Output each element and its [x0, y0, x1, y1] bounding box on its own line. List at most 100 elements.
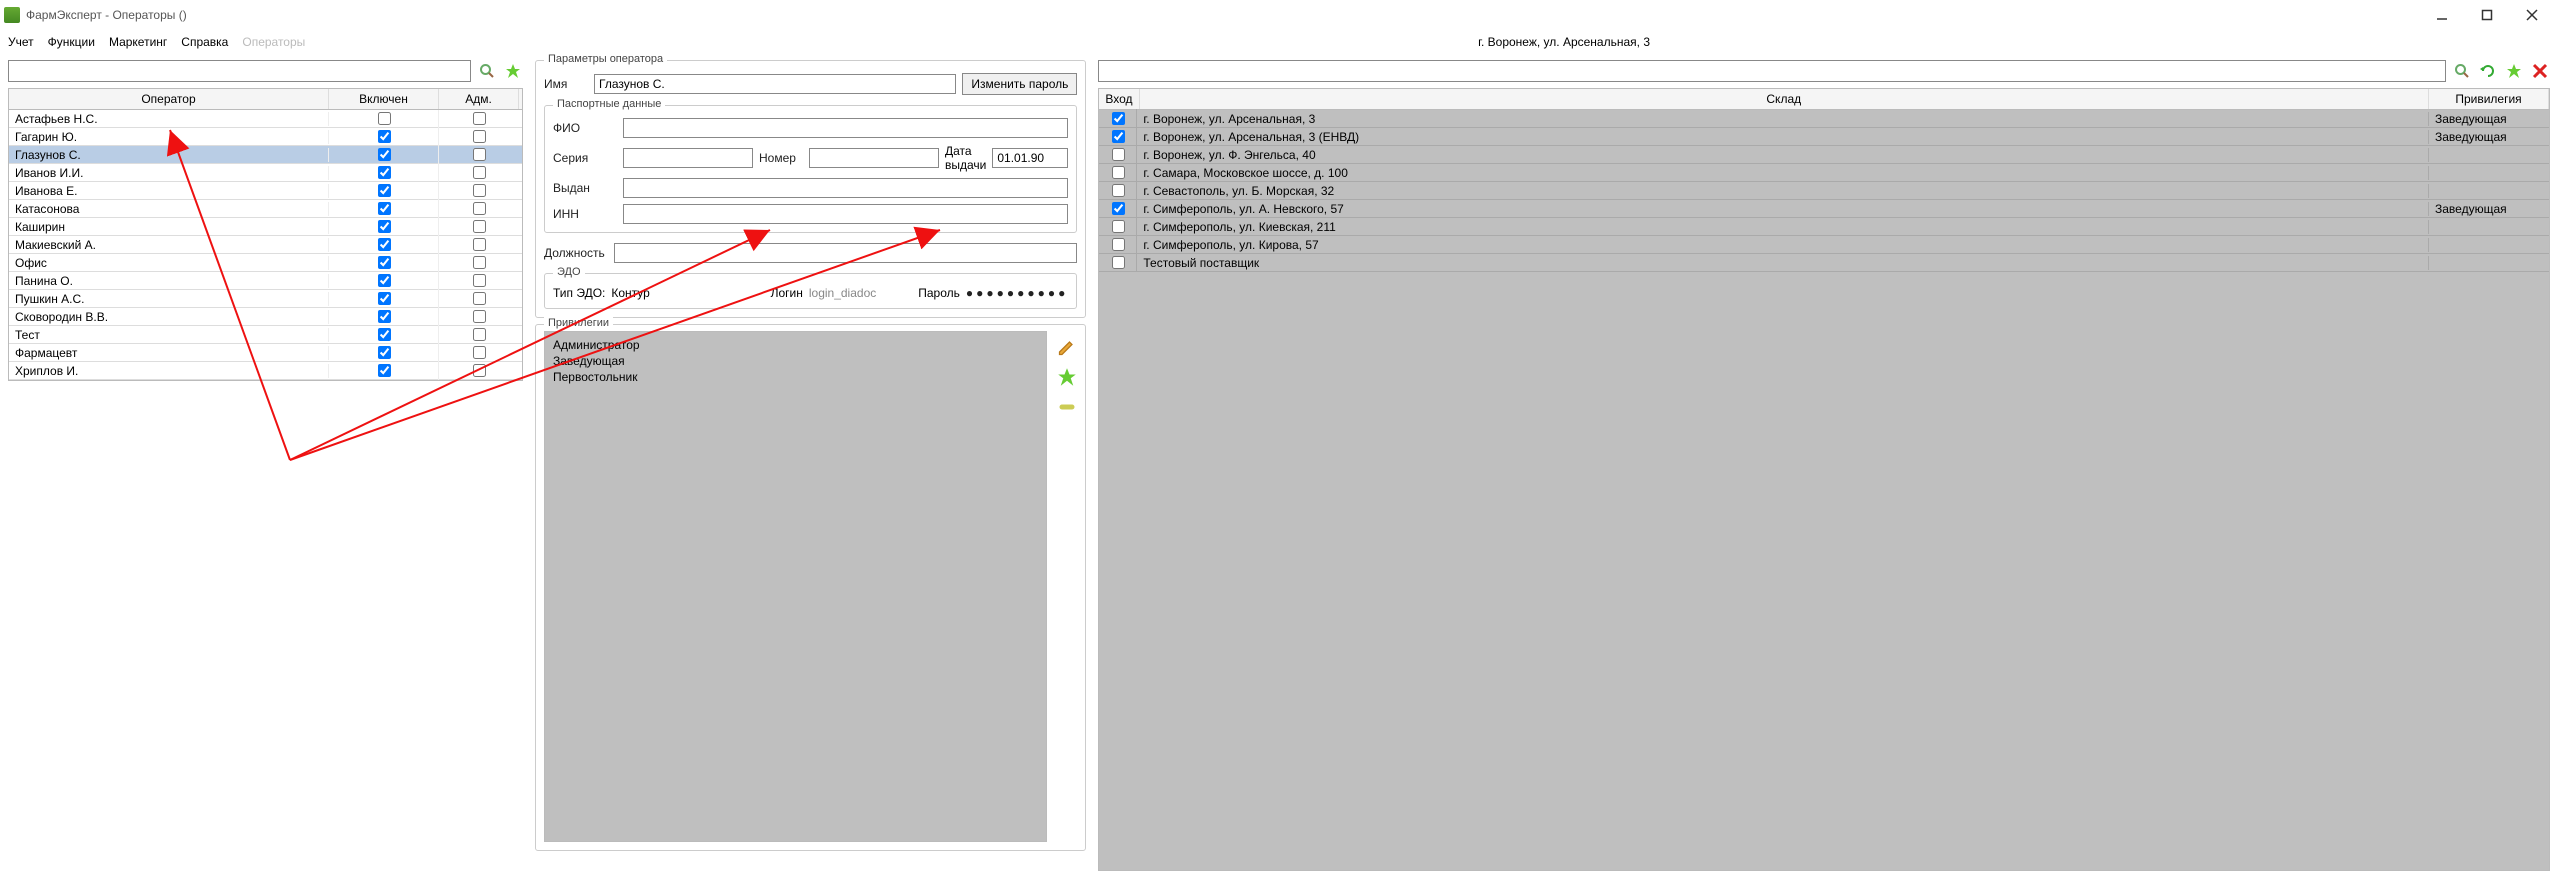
warehouse-in-checkbox[interactable]	[1112, 220, 1125, 233]
privileges-list[interactable]: Администратор Заведующая Первостольник	[544, 331, 1047, 842]
fio-input[interactable]	[623, 118, 1068, 138]
col-operator[interactable]: Оператор	[9, 89, 329, 109]
edit-icon[interactable]	[1057, 337, 1077, 357]
remove-priv-icon[interactable]	[1057, 397, 1077, 417]
warehouse-row[interactable]: г. Воронеж, ул. Ф. Энгельса, 40	[1099, 146, 2549, 164]
menu-func[interactable]: Функции	[48, 35, 95, 49]
inn-input[interactable]	[623, 204, 1068, 224]
operator-admin-checkbox[interactable]	[473, 256, 486, 269]
operator-admin-checkbox[interactable]	[473, 346, 486, 359]
operator-enabled-checkbox[interactable]	[378, 130, 391, 143]
operators-search-input[interactable]	[8, 60, 471, 82]
operator-admin-checkbox[interactable]	[473, 184, 486, 197]
menu-marketing[interactable]: Маркетинг	[109, 35, 167, 49]
operator-enabled-checkbox[interactable]	[378, 148, 391, 161]
position-input[interactable]	[614, 243, 1077, 263]
add-priv-icon[interactable]	[1057, 367, 1077, 387]
warehouse-row[interactable]: г. Воронеж, ул. Арсенальная, 3Заведующая	[1099, 110, 2549, 128]
operator-row[interactable]: Иванов И.И.	[9, 164, 522, 182]
search-icon[interactable]	[477, 61, 497, 81]
add-icon[interactable]	[503, 61, 523, 81]
col-admin[interactable]: Адм.	[439, 89, 519, 109]
operator-row[interactable]: Глазунов С.	[9, 146, 522, 164]
operator-enabled-checkbox[interactable]	[378, 166, 391, 179]
warehouse-row[interactable]: г. Воронеж, ул. Арсенальная, 3 (ЕНВД)Зав…	[1099, 128, 2549, 146]
operator-row[interactable]: Тест	[9, 326, 522, 344]
col-warehouse[interactable]: Склад	[1140, 89, 2429, 109]
issued-by-input[interactable]	[623, 178, 1068, 198]
warehouse-in-checkbox[interactable]	[1112, 256, 1125, 269]
operator-admin-checkbox[interactable]	[473, 112, 486, 125]
operator-enabled-checkbox[interactable]	[378, 112, 391, 125]
change-password-button[interactable]: Изменить пароль	[962, 73, 1077, 95]
operator-row[interactable]: Гагарин Ю.	[9, 128, 522, 146]
operator-enabled-checkbox[interactable]	[378, 274, 391, 287]
operator-enabled-checkbox[interactable]	[378, 256, 391, 269]
number-input[interactable]	[809, 148, 939, 168]
operator-enabled-checkbox[interactable]	[378, 328, 391, 341]
operator-enabled-checkbox[interactable]	[378, 238, 391, 251]
refresh-icon[interactable]	[2478, 61, 2498, 81]
operator-row[interactable]: Хриплов И.	[9, 362, 522, 380]
warehouse-row[interactable]: Тестовый поставщик	[1099, 254, 2549, 272]
operator-row[interactable]: Офис	[9, 254, 522, 272]
operator-enabled-checkbox[interactable]	[378, 220, 391, 233]
menu-uchet[interactable]: Учет	[8, 35, 34, 49]
operator-admin-checkbox[interactable]	[473, 202, 486, 215]
operator-row[interactable]: Сковородин В.В.	[9, 308, 522, 326]
warehouse-row[interactable]: г. Симферополь, ул. А. Невского, 57Завед…	[1099, 200, 2549, 218]
operator-enabled-checkbox[interactable]	[378, 292, 391, 305]
operator-admin-checkbox[interactable]	[473, 310, 486, 323]
warehouse-row[interactable]: г. Севастополь, ул. Б. Морская, 32	[1099, 182, 2549, 200]
add-wh-icon[interactable]	[2504, 61, 2524, 81]
operator-row[interactable]: Астафьев Н.С.	[9, 110, 522, 128]
close-button[interactable]	[2509, 0, 2554, 30]
operator-admin-checkbox[interactable]	[473, 274, 486, 287]
operator-enabled-checkbox[interactable]	[378, 346, 391, 359]
warehouse-in-checkbox[interactable]	[1112, 166, 1125, 179]
col-privilege[interactable]: Привилегия	[2429, 89, 2549, 109]
warehouse-in-checkbox[interactable]	[1112, 130, 1125, 143]
series-input[interactable]	[623, 148, 753, 168]
operator-row[interactable]: Иванова Е.	[9, 182, 522, 200]
operator-row[interactable]: Каширин	[9, 218, 522, 236]
warehouse-in-checkbox[interactable]	[1112, 238, 1125, 251]
operator-admin-checkbox[interactable]	[473, 220, 486, 233]
operator-admin-checkbox[interactable]	[473, 238, 486, 251]
operator-row[interactable]: Пушкин А.С.	[9, 290, 522, 308]
operator-enabled-checkbox[interactable]	[378, 364, 391, 377]
warehouse-row[interactable]: г. Симферополь, ул. Киевская, 211	[1099, 218, 2549, 236]
delete-wh-icon[interactable]	[2530, 61, 2550, 81]
warehouse-in-checkbox[interactable]	[1112, 112, 1125, 125]
warehouse-in-checkbox[interactable]	[1112, 184, 1125, 197]
search-icon[interactable]	[2452, 61, 2472, 81]
operator-admin-checkbox[interactable]	[473, 148, 486, 161]
warehouse-row[interactable]: г. Самара, Московское шоссе, д. 100	[1099, 164, 2549, 182]
warehouse-in-checkbox[interactable]	[1112, 202, 1125, 215]
operator-admin-checkbox[interactable]	[473, 328, 486, 341]
privilege-item[interactable]: Первостольник	[553, 370, 1038, 384]
warehouse-in-checkbox[interactable]	[1112, 148, 1125, 161]
maximize-button[interactable]	[2464, 0, 2509, 30]
operator-admin-checkbox[interactable]	[473, 364, 486, 377]
operator-row[interactable]: Панина О.	[9, 272, 522, 290]
issue-date-input[interactable]	[992, 148, 1068, 168]
menu-help[interactable]: Справка	[181, 35, 228, 49]
privilege-item[interactable]: Заведующая	[553, 354, 1038, 368]
warehouse-row[interactable]: г. Симферополь, ул. Кирова, 57	[1099, 236, 2549, 254]
operator-admin-checkbox[interactable]	[473, 292, 486, 305]
privilege-item[interactable]: Администратор	[553, 338, 1038, 352]
col-in[interactable]: Вход	[1099, 89, 1139, 109]
name-input[interactable]	[594, 74, 956, 94]
operator-row[interactable]: Катасонова	[9, 200, 522, 218]
operator-enabled-checkbox[interactable]	[378, 202, 391, 215]
operator-admin-checkbox[interactable]	[473, 166, 486, 179]
operator-admin-checkbox[interactable]	[473, 130, 486, 143]
minimize-button[interactable]	[2419, 0, 2464, 30]
warehouse-search-input[interactable]	[1098, 60, 2446, 82]
operator-enabled-checkbox[interactable]	[378, 310, 391, 323]
operator-enabled-checkbox[interactable]	[378, 184, 391, 197]
col-enabled[interactable]: Включен	[329, 89, 439, 109]
operator-row[interactable]: Макиевский А.	[9, 236, 522, 254]
operator-row[interactable]: Фармацевт	[9, 344, 522, 362]
